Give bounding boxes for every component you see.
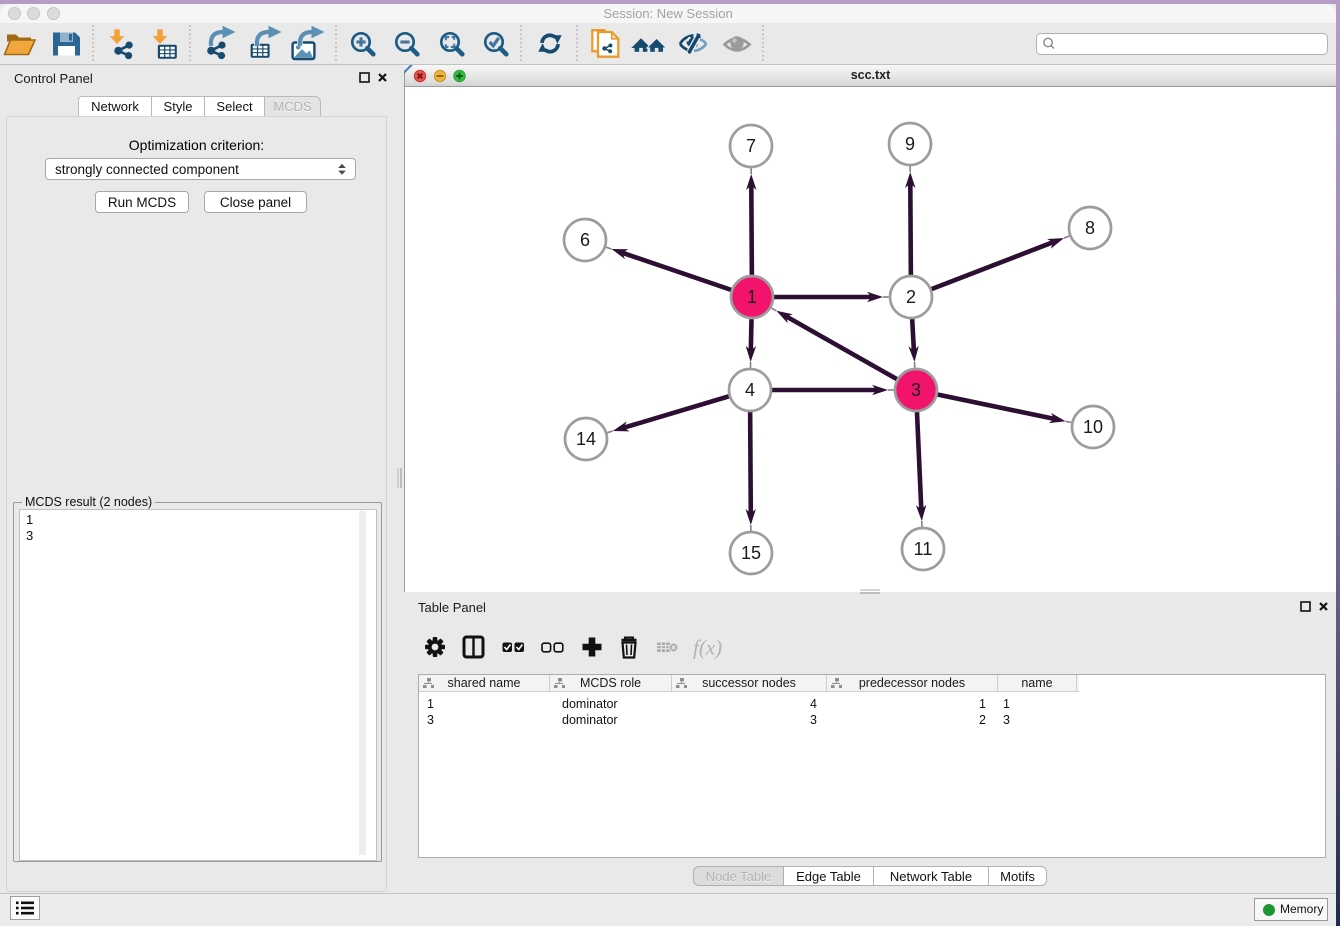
svg-text:10: 10 <box>1083 417 1103 437</box>
svg-text:2: 2 <box>906 287 916 307</box>
svg-text:6: 6 <box>580 230 590 250</box>
svg-text:4: 4 <box>745 380 755 400</box>
svg-text:7: 7 <box>746 136 756 156</box>
svg-text:15: 15 <box>741 543 761 563</box>
svg-text:f(x): f(x) <box>693 636 722 660</box>
svg-text:1: 1 <box>747 287 757 307</box>
svg-text:11: 11 <box>914 539 933 559</box>
svg-text:3: 3 <box>911 380 921 400</box>
svg-text:8: 8 <box>1085 218 1095 238</box>
svg-text:9: 9 <box>905 134 915 154</box>
svg-text:14: 14 <box>576 429 596 449</box>
